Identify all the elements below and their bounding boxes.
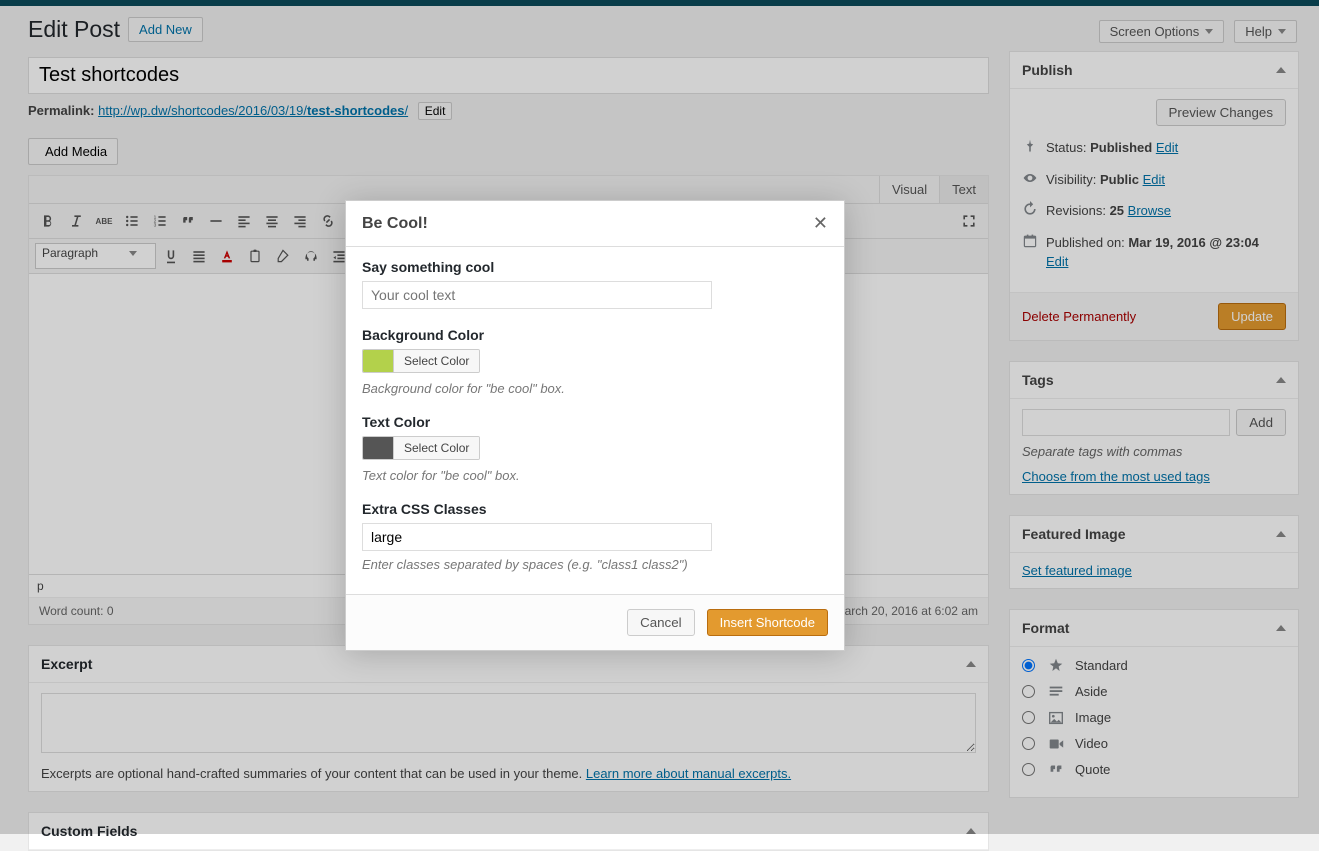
select-color-button[interactable]: Select Color bbox=[393, 350, 479, 372]
text-color-help: Text color for "be cool" box. bbox=[362, 468, 828, 483]
bg-color-label: Background Color bbox=[362, 327, 828, 343]
text-color-selector[interactable]: Select Color bbox=[362, 436, 480, 460]
bg-color-swatch bbox=[363, 350, 393, 372]
close-icon[interactable]: ✕ bbox=[813, 213, 828, 234]
cool-text-input[interactable] bbox=[362, 281, 712, 309]
cancel-button[interactable]: Cancel bbox=[627, 609, 695, 636]
css-classes-help: Enter classes separated by spaces (e.g. … bbox=[362, 557, 828, 572]
bg-color-selector[interactable]: Select Color bbox=[362, 349, 480, 373]
insert-shortcode-button[interactable]: Insert Shortcode bbox=[707, 609, 828, 636]
shortcode-modal: Be Cool! ✕ Say something cool Background… bbox=[345, 200, 845, 651]
bg-color-help: Background color for "be cool" box. bbox=[362, 381, 828, 396]
modal-title: Be Cool! bbox=[362, 215, 428, 233]
text-color-swatch bbox=[363, 437, 393, 459]
text-color-label: Text Color bbox=[362, 414, 828, 430]
css-classes-label: Extra CSS Classes bbox=[362, 501, 828, 517]
css-classes-input[interactable] bbox=[362, 523, 712, 551]
select-color-button[interactable]: Select Color bbox=[393, 437, 479, 459]
cool-text-label: Say something cool bbox=[362, 259, 828, 275]
